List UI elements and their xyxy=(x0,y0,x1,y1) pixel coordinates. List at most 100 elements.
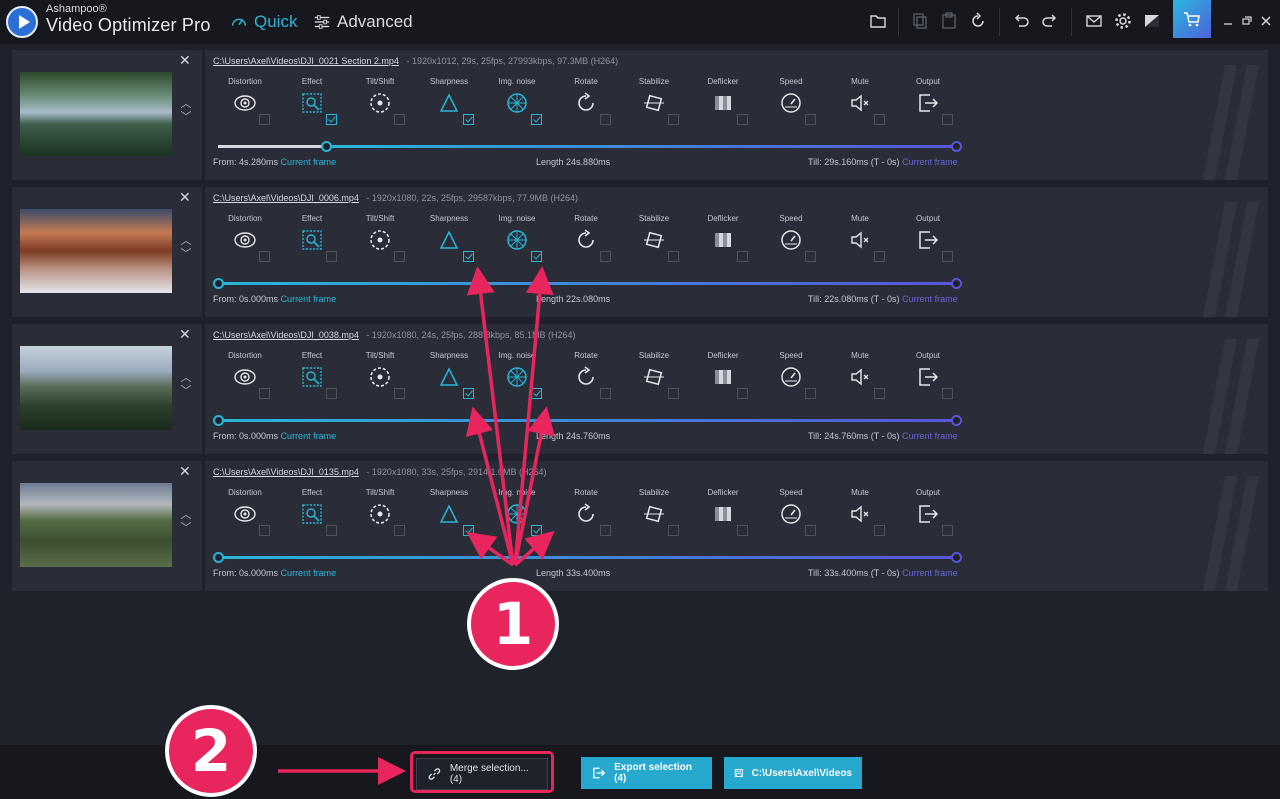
redo-icon[interactable] xyxy=(1040,11,1060,31)
trim-end-handle[interactable] xyxy=(951,552,962,563)
output-folder-button[interactable]: C:\Users\Axel\Videos xyxy=(724,757,862,789)
trim-end-handle[interactable] xyxy=(951,415,962,426)
file-path-link[interactable]: C:\Users\Axel\Videos\DJI_0006.mp4 xyxy=(213,193,359,203)
tool-checkbox[interactable] xyxy=(394,114,405,125)
move-down-icon[interactable]: ﹀ xyxy=(179,111,193,124)
tool-checkbox[interactable] xyxy=(805,525,816,536)
mute-icon[interactable] xyxy=(849,92,871,114)
tool-checkbox[interactable] xyxy=(942,525,953,536)
reset-icon[interactable] xyxy=(968,11,988,31)
image-noise-icon[interactable] xyxy=(506,229,528,251)
speed-icon[interactable] xyxy=(780,366,802,388)
settings-icon[interactable] xyxy=(1113,11,1133,31)
tool-checkbox[interactable] xyxy=(259,388,270,399)
cart-button[interactable] xyxy=(1173,0,1211,38)
tool-checkbox[interactable] xyxy=(326,251,337,262)
rotate-icon[interactable] xyxy=(575,229,597,251)
tool-checkbox[interactable] xyxy=(600,251,611,262)
rotate-icon[interactable] xyxy=(575,92,597,114)
distortion-icon[interactable] xyxy=(234,92,256,114)
output-icon[interactable] xyxy=(917,366,939,388)
sharpness-icon[interactable] xyxy=(438,503,460,525)
trim-start-handle[interactable] xyxy=(213,415,224,426)
trim-track[interactable] xyxy=(326,145,956,148)
tool-checkbox[interactable] xyxy=(463,251,474,262)
tool-checkbox[interactable] xyxy=(668,388,679,399)
folder-icon[interactable] xyxy=(868,11,888,31)
tool-checkbox[interactable] xyxy=(600,114,611,125)
theme-icon[interactable] xyxy=(1142,11,1162,31)
image-noise-icon[interactable] xyxy=(506,366,528,388)
tool-checkbox[interactable] xyxy=(874,525,885,536)
tool-checkbox[interactable] xyxy=(259,251,270,262)
rotate-icon[interactable] xyxy=(575,503,597,525)
distortion-icon[interactable] xyxy=(234,229,256,251)
tool-checkbox[interactable] xyxy=(531,251,542,262)
deflicker-icon[interactable] xyxy=(712,92,734,114)
sharpness-icon[interactable] xyxy=(438,92,460,114)
effect-icon[interactable] xyxy=(301,366,323,388)
deflicker-icon[interactable] xyxy=(712,229,734,251)
stabilize-icon[interactable] xyxy=(643,92,665,114)
sharpness-icon[interactable] xyxy=(438,229,460,251)
tool-checkbox[interactable] xyxy=(259,114,270,125)
tilt-shift-icon[interactable] xyxy=(369,92,391,114)
tool-checkbox[interactable] xyxy=(668,114,679,125)
from-current-frame-link[interactable]: Current frame xyxy=(281,431,337,441)
minimize-icon[interactable] xyxy=(1218,11,1238,31)
till-current-frame-link[interactable]: Current frame xyxy=(902,568,958,578)
tool-checkbox[interactable] xyxy=(259,525,270,536)
speed-icon[interactable] xyxy=(780,92,802,114)
video-thumbnail[interactable] xyxy=(20,209,172,293)
from-current-frame-link[interactable]: Current frame xyxy=(281,568,337,578)
tool-checkbox[interactable] xyxy=(737,251,748,262)
tool-checkbox[interactable] xyxy=(942,388,953,399)
image-noise-icon[interactable] xyxy=(506,503,528,525)
video-thumbnail[interactable] xyxy=(20,72,172,156)
tool-checkbox[interactable] xyxy=(805,114,816,125)
file-path-link[interactable]: C:\Users\Axel\Videos\DJI_0038.mp4 xyxy=(213,330,359,340)
tool-checkbox[interactable] xyxy=(394,251,405,262)
move-down-icon[interactable]: ﹀ xyxy=(179,522,193,535)
file-path-link[interactable]: C:\Users\Axel\Videos\DJI_0021 Section 2.… xyxy=(213,56,399,66)
deflicker-icon[interactable] xyxy=(712,366,734,388)
move-up-icon[interactable]: ︿ xyxy=(179,235,193,248)
stabilize-icon[interactable] xyxy=(643,366,665,388)
tool-checkbox[interactable] xyxy=(394,388,405,399)
maximize-icon[interactable] xyxy=(1236,11,1256,31)
video-thumbnail[interactable] xyxy=(20,483,172,567)
till-current-frame-link[interactable]: Current frame xyxy=(902,294,958,304)
mute-icon[interactable] xyxy=(849,503,871,525)
effect-icon[interactable] xyxy=(301,503,323,525)
tool-checkbox[interactable] xyxy=(394,525,405,536)
tool-checkbox[interactable] xyxy=(737,114,748,125)
copy-icon[interactable] xyxy=(910,11,930,31)
till-current-frame-link[interactable]: Current frame xyxy=(902,157,958,167)
remove-video-icon[interactable]: ✕ xyxy=(179,326,191,343)
mail-icon[interactable] xyxy=(1084,11,1104,31)
remove-video-icon[interactable]: ✕ xyxy=(179,52,191,69)
deflicker-icon[interactable] xyxy=(712,503,734,525)
trim-track[interactable] xyxy=(218,556,956,559)
trim-start-handle[interactable] xyxy=(321,141,333,152)
tool-checkbox[interactable] xyxy=(805,388,816,399)
tilt-shift-icon[interactable] xyxy=(369,503,391,525)
tool-checkbox[interactable] xyxy=(531,114,542,125)
trim-track[interactable] xyxy=(218,419,956,422)
tab-quick[interactable]: Quick xyxy=(230,12,297,32)
distortion-icon[interactable] xyxy=(234,366,256,388)
distortion-icon[interactable] xyxy=(234,503,256,525)
speed-icon[interactable] xyxy=(780,229,802,251)
export-selection-button[interactable]: Export selection (4) xyxy=(581,757,712,789)
move-up-icon[interactable]: ︿ xyxy=(179,98,193,111)
video-thumbnail[interactable] xyxy=(20,346,172,430)
tool-checkbox[interactable] xyxy=(737,525,748,536)
tool-checkbox[interactable] xyxy=(668,251,679,262)
undo-icon[interactable] xyxy=(1011,11,1031,31)
tool-checkbox[interactable] xyxy=(531,525,542,536)
move-down-icon[interactable]: ﹀ xyxy=(179,385,193,398)
tool-checkbox[interactable] xyxy=(463,525,474,536)
trim-start-handle[interactable] xyxy=(213,278,224,289)
effect-icon[interactable] xyxy=(301,92,323,114)
trim-start-handle[interactable] xyxy=(213,552,224,563)
